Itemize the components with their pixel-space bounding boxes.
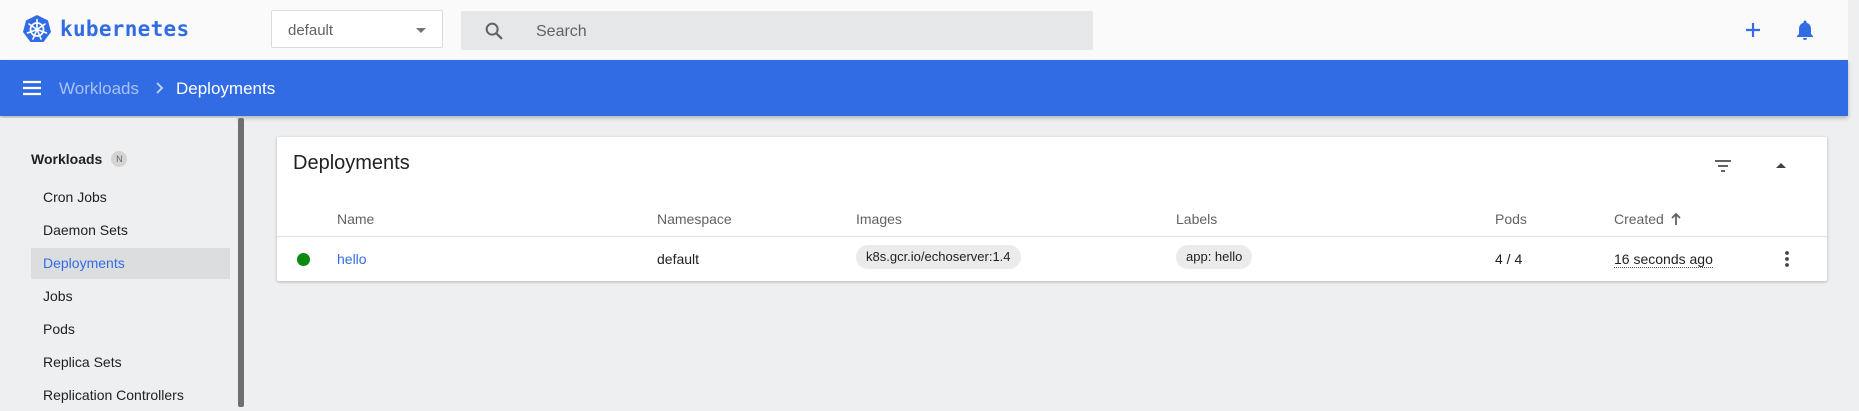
plus-icon[interactable] bbox=[1741, 18, 1765, 42]
chevron-right-icon bbox=[156, 82, 164, 94]
column-header-namespace[interactable]: Namespace bbox=[657, 211, 732, 227]
deployment-name-link[interactable]: hello bbox=[337, 251, 367, 267]
sidebar-item-pods[interactable]: Pods bbox=[31, 314, 230, 345]
breadcrumb-bar: Workloads Deployments bbox=[0, 60, 1848, 116]
sidebar-item-deployments[interactable]: Deployments bbox=[31, 248, 230, 279]
top-bar: kubernetes default bbox=[0, 0, 1848, 61]
column-header-pods: Pods bbox=[1495, 211, 1527, 227]
sidebar-scrollbar[interactable] bbox=[238, 118, 244, 407]
namespace-selected-value: default bbox=[288, 22, 334, 39]
deployment-namespace: default bbox=[657, 251, 700, 267]
sidebar-item-replication-controllers[interactable]: Replication Controllers bbox=[31, 380, 230, 411]
breadcrumb-current: Deployments bbox=[176, 79, 276, 98]
bell-icon[interactable] bbox=[1793, 18, 1817, 42]
sidebar-item-cron-jobs[interactable]: Cron Jobs bbox=[31, 182, 230, 213]
table-header: Name Namespace Images Labels Pods Create… bbox=[277, 203, 1827, 237]
sidebar-item-replica-sets[interactable]: Replica Sets bbox=[31, 347, 230, 378]
label-chip: app: hello bbox=[1176, 245, 1253, 269]
search-bar[interactable] bbox=[461, 11, 1093, 52]
brand-name: kubernetes bbox=[60, 17, 190, 41]
search-icon bbox=[485, 22, 503, 40]
status-running-icon bbox=[297, 253, 310, 266]
column-header-name[interactable]: Name bbox=[337, 211, 374, 227]
hamburger-menu-icon[interactable] bbox=[20, 76, 44, 100]
namespace-selector[interactable]: default bbox=[271, 10, 443, 48]
image-chip: k8s.gcr.io/echoserver:1.4 bbox=[856, 245, 1021, 269]
kubernetes-wheel-icon bbox=[23, 15, 51, 42]
created-age: 16 seconds ago bbox=[1614, 251, 1713, 268]
caret-up-icon[interactable] bbox=[1769, 154, 1793, 178]
sidebar-heading-label: Workloads bbox=[31, 151, 103, 167]
column-header-labels: Labels bbox=[1176, 211, 1218, 227]
card-title: Deployments bbox=[293, 152, 410, 174]
search-input[interactable] bbox=[534, 11, 1078, 52]
column-header-images: Images bbox=[856, 211, 902, 227]
arrow-up-icon bbox=[1671, 212, 1681, 225]
breadcrumb-workloads[interactable]: Workloads bbox=[59, 79, 139, 99]
pods-count: 4 / 4 bbox=[1495, 251, 1523, 267]
filter-icon[interactable] bbox=[1711, 154, 1735, 178]
column-header-created-group[interactable]: Created bbox=[1614, 211, 1682, 227]
column-header-created: Created bbox=[1614, 211, 1664, 227]
deployments-card: Deployments Name Namespace Images Labels… bbox=[277, 137, 1827, 281]
dropdown-caret-icon bbox=[416, 28, 426, 33]
sidebar-heading-workloads[interactable]: Workloads N bbox=[31, 151, 128, 167]
sidebar-item-daemon-sets[interactable]: Daemon Sets bbox=[31, 215, 230, 246]
table-row: hello default k8s.gcr.io/echoserver:1.4 … bbox=[277, 237, 1827, 281]
more-vertical-icon[interactable] bbox=[1777, 249, 1797, 269]
sidebar-item-jobs[interactable]: Jobs bbox=[31, 281, 230, 312]
namespaced-badge: N bbox=[111, 151, 128, 167]
logo[interactable]: kubernetes bbox=[22, 14, 189, 44]
sidebar: Workloads N Cron Jobs Daemon Sets Deploy… bbox=[0, 118, 236, 407]
